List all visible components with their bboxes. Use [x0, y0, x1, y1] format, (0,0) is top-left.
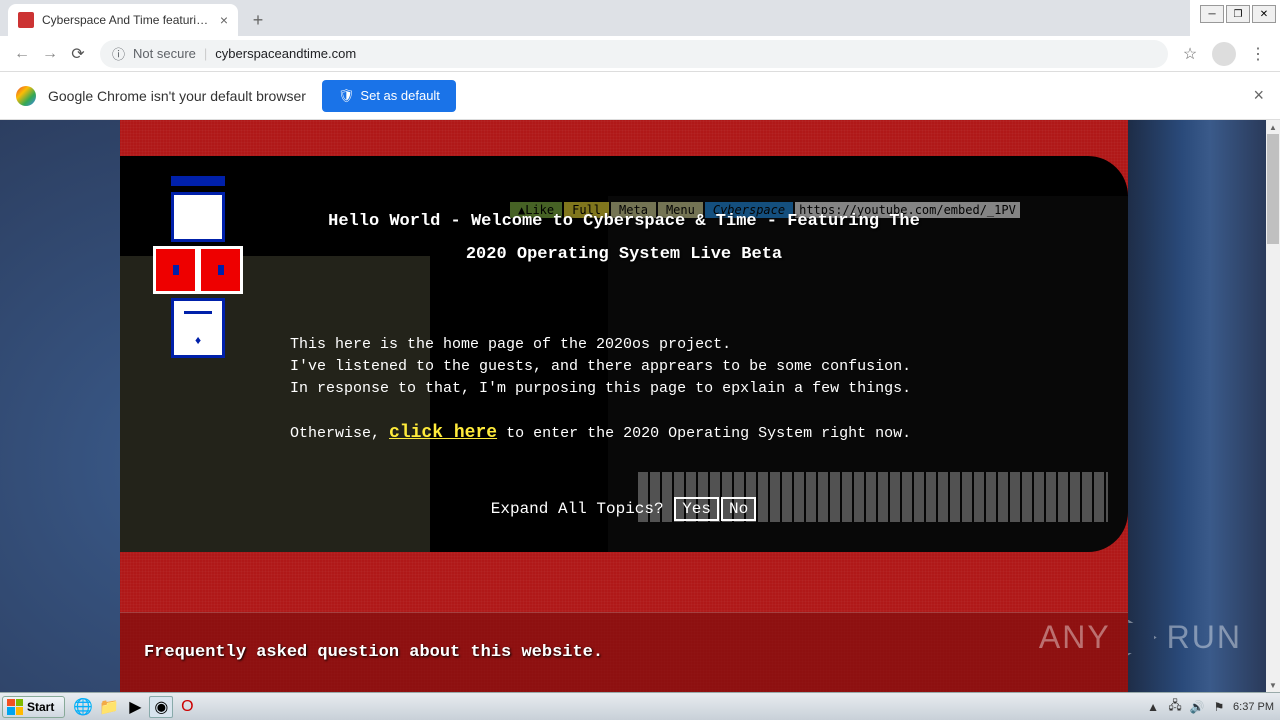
page-viewport: ▲Like Full Meta Menu Cyberspace https://…	[0, 120, 1266, 692]
reload-button[interactable]: ⟳	[64, 40, 92, 68]
ie-icon[interactable]: 🌐	[71, 696, 95, 718]
intro-paragraph: This here is the home page of the 2020os…	[290, 334, 1108, 399]
address-bar[interactable]: ⓘ Not secure | cyberspaceandtime.com	[100, 40, 1168, 68]
separator: |	[204, 46, 207, 61]
tray-flag-icon[interactable]: ⚑	[1211, 699, 1227, 715]
minimize-button[interactable]: ─	[1200, 5, 1224, 23]
tab-title: Cyberspace And Time featuring the	[42, 13, 214, 27]
expand-row: Expand All Topics? YesNo	[140, 497, 1108, 521]
click-here-link[interactable]: click here	[389, 423, 497, 443]
start-button[interactable]: Start	[2, 696, 65, 718]
explorer-icon[interactable]: 📁	[97, 696, 121, 718]
opera-icon[interactable]: O	[175, 696, 199, 718]
expand-label: Expand All Topics?	[491, 500, 664, 518]
faq-text: Frequently asked question about this web…	[144, 643, 603, 662]
play-icon	[1121, 620, 1157, 656]
otherwise-pre: Otherwise,	[290, 425, 389, 442]
profile-avatar[interactable]	[1212, 42, 1236, 66]
hello-line-2: 2020 Operating System Live Beta	[140, 245, 1108, 264]
close-button[interactable]: ✕	[1252, 5, 1276, 23]
start-label: Start	[27, 700, 54, 714]
hello-line-1: Hello World - Welcome to Cyberspace & Ti…	[140, 212, 1108, 231]
default-browser-infobar: Google Chrome isn't your default browser…	[0, 72, 1280, 120]
faq-bar: Frequently asked question about this web…	[120, 612, 1128, 692]
browser-toolbar: ← → ⟳ ⓘ Not secure | cyberspaceandtime.c…	[0, 36, 1280, 72]
tab-close-icon[interactable]: ×	[220, 12, 228, 28]
bookmark-icon[interactable]: ☆	[1176, 40, 1204, 68]
expand-yes-button[interactable]: Yes	[674, 497, 719, 521]
browser-tab[interactable]: Cyberspace And Time featuring the ×	[8, 4, 238, 36]
back-button[interactable]: ←	[8, 40, 36, 68]
anyrun-any: ANY	[1039, 619, 1111, 656]
forward-button[interactable]: →	[36, 40, 64, 68]
media-icon[interactable]: ▶	[123, 696, 147, 718]
scroll-down-button[interactable]: ▼	[1266, 678, 1280, 692]
quicklaunch: 🌐 📁 ▶ ◉ O	[71, 696, 199, 718]
toolbar-right: ☆ ⋮	[1176, 40, 1272, 68]
maximize-button[interactable]: ❐	[1226, 5, 1250, 23]
red-panel: ▲Like Full Meta Menu Cyberspace https://…	[120, 120, 1128, 692]
info-icon: ⓘ	[112, 44, 125, 63]
otherwise-line: Otherwise, click here to enter the 2020 …	[290, 423, 1108, 443]
hero-card: ▲Like Full Meta Menu Cyberspace https://…	[120, 156, 1128, 552]
window-controls: ─ ❐ ✕	[1190, 0, 1280, 28]
tray-up-icon[interactable]: ▲	[1145, 699, 1161, 715]
new-tab-button[interactable]: +	[244, 6, 272, 34]
anyrun-watermark: ANY RUN	[1039, 619, 1242, 656]
set-default-button[interactable]: 🛡 Set as default	[322, 80, 456, 112]
windows-logo-icon	[7, 699, 23, 715]
shield-icon: 🛡	[338, 88, 355, 104]
url-text: cyberspaceandtime.com	[215, 46, 356, 61]
tab-strip: Cyberspace And Time featuring the × +	[0, 0, 1190, 36]
security-label: Not secure	[133, 46, 196, 61]
chrome-taskbar-icon[interactable]: ◉	[149, 696, 173, 718]
tab-favicon	[18, 12, 34, 28]
set-default-label: Set as default	[360, 88, 440, 103]
scroll-thumb[interactable]	[1267, 134, 1279, 244]
expand-no-button[interactable]: No	[721, 497, 756, 521]
tray-network-icon[interactable]: 🖧	[1167, 699, 1183, 715]
anyrun-run: RUN	[1167, 619, 1242, 656]
taskbar: Start 🌐 📁 ▶ ◉ O ▲ 🖧 🔊 ⚑ 6:37 PM	[0, 692, 1280, 720]
scroll-up-button[interactable]: ▲	[1266, 120, 1280, 134]
system-tray: ▲ 🖧 🔊 ⚑ 6:37 PM	[1145, 699, 1280, 715]
infobar-text: Google Chrome isn't your default browser	[48, 88, 306, 104]
vertical-scrollbar[interactable]: ▲ ▼	[1266, 120, 1280, 692]
tray-volume-icon[interactable]: 🔊	[1189, 699, 1205, 715]
infobar-close-icon[interactable]: ×	[1253, 85, 1264, 106]
otherwise-post: to enter the 2020 Operating System right…	[497, 425, 911, 442]
chrome-icon	[16, 86, 36, 106]
clock[interactable]: 6:37 PM	[1233, 701, 1274, 713]
card-content: Hello World - Welcome to Cyberspace & Ti…	[140, 212, 1108, 521]
chrome-menu-icon[interactable]: ⋮	[1244, 40, 1272, 68]
